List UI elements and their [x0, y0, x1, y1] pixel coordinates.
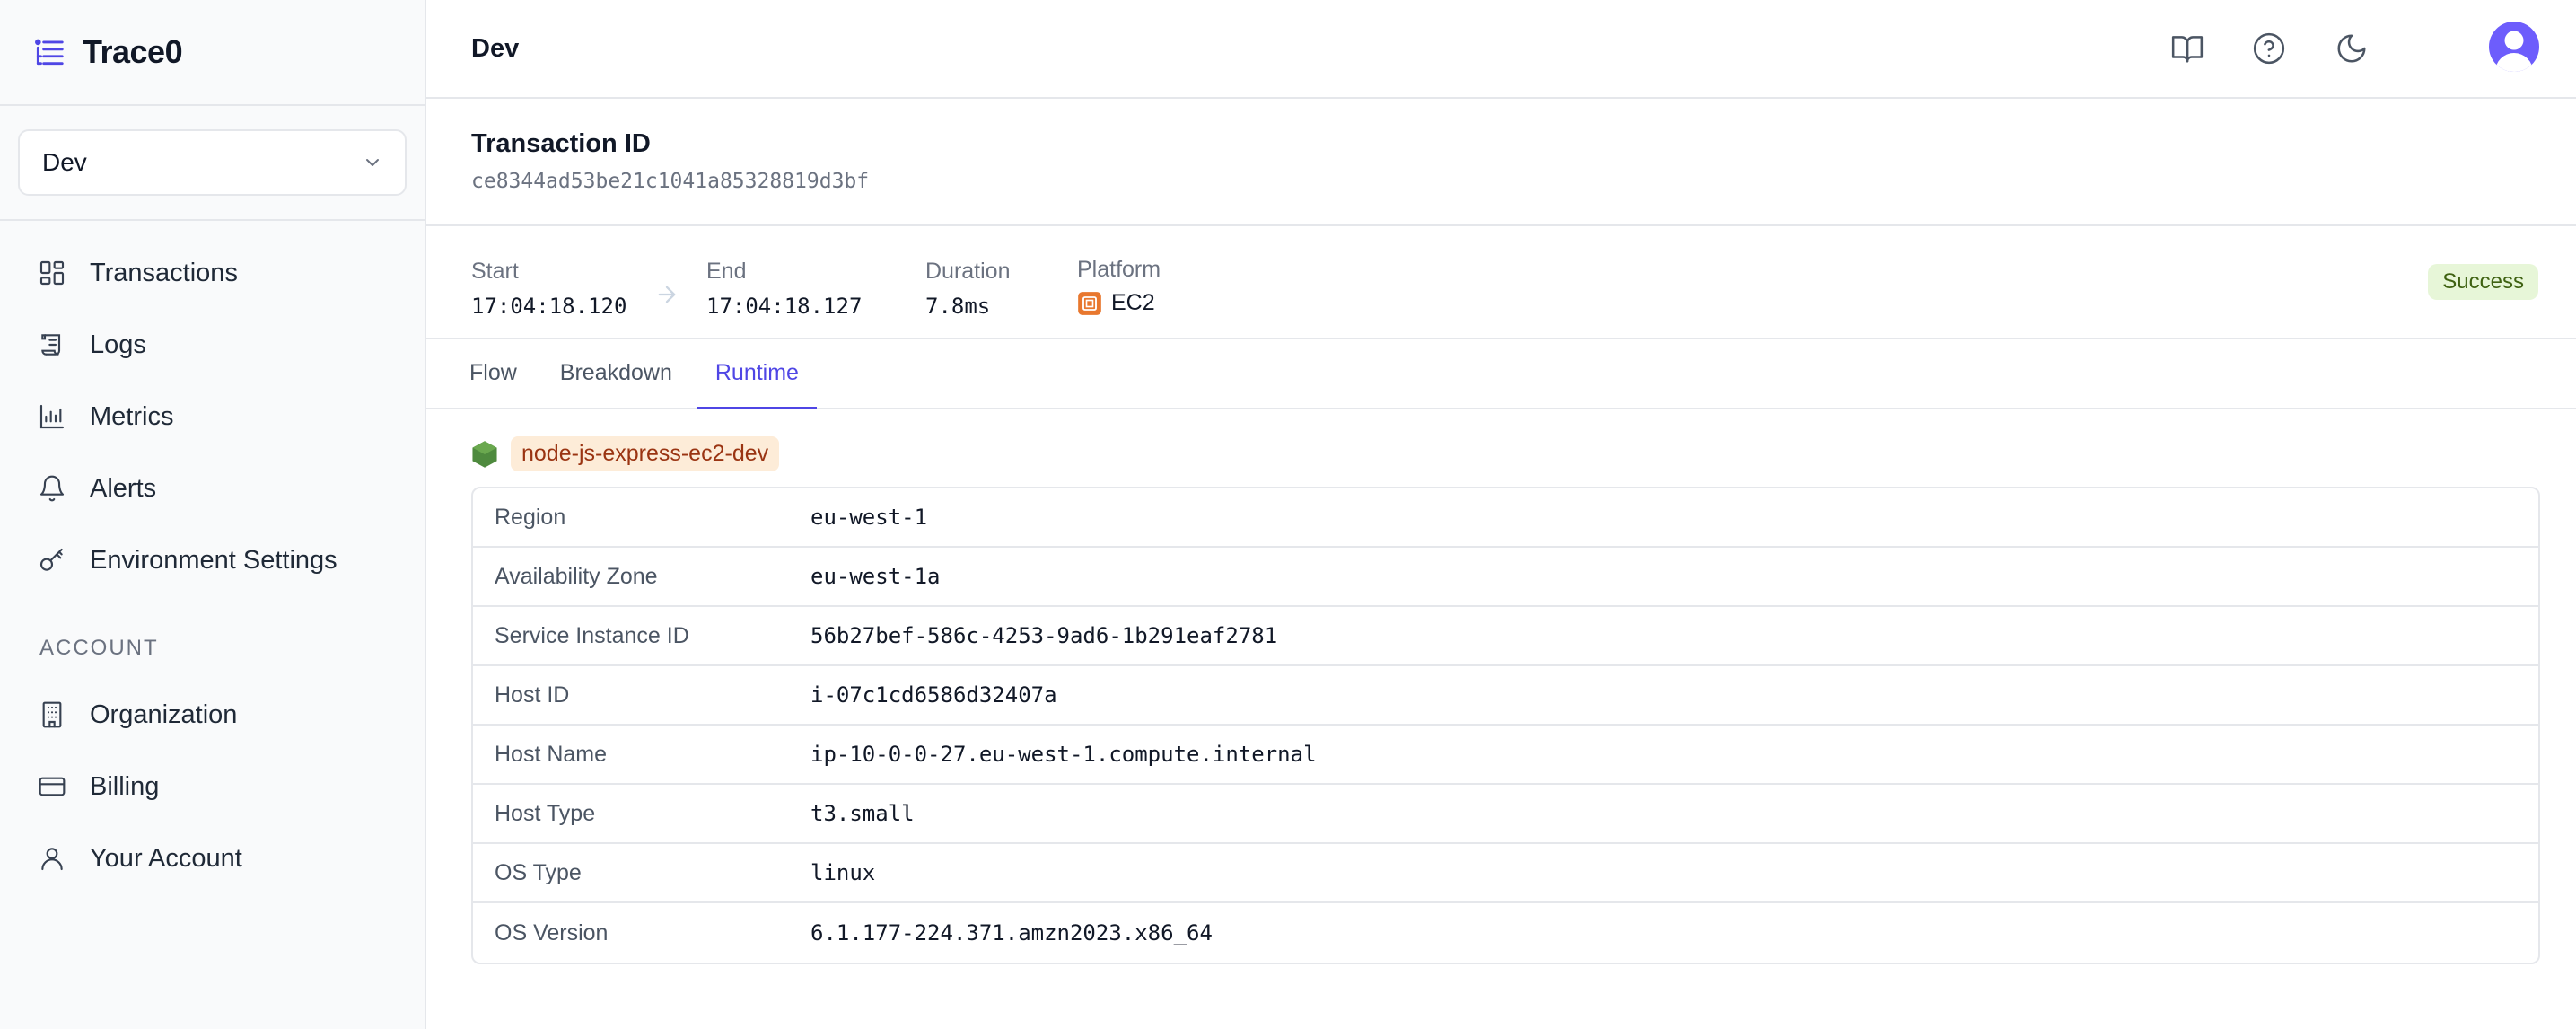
start-value: 17:04:18.120 [471, 294, 627, 319]
sidebar-item-your-account[interactable]: Your Account [0, 822, 425, 894]
attribute-key: Host Name [495, 741, 608, 767]
sidebar-item-label: Transactions [90, 258, 238, 287]
transaction-meta: Start 17:04:18.120 End 17:04:18.127 Dura… [426, 226, 2576, 339]
start-label: Start [471, 259, 519, 284]
sidebar-item-label: Environment Settings [90, 545, 337, 575]
dashboard-icon [39, 260, 65, 286]
help-icon [2253, 32, 2285, 65]
user-icon [41, 848, 63, 871]
main-content: Dev Transaction ID ce8344ad53be21c1041a8… [426, 0, 2576, 1029]
scroll-icon [41, 334, 61, 356]
platform-label: Platform [1077, 257, 1161, 282]
sidebar: Trace0 Dev Transactions Logs Metrics Ale… [0, 0, 426, 1029]
table-row: Region eu-west-1 [473, 488, 2538, 548]
sidebar-item-label: Organization [90, 699, 238, 729]
theme-toggle-button[interactable] [2332, 29, 2371, 68]
end-label: End [706, 259, 747, 284]
attribute-value: t3.small [810, 801, 915, 826]
table-row: Host Type t3.small [473, 785, 2538, 844]
attribute-key: Service Instance ID [495, 622, 689, 648]
help-button[interactable] [2249, 29, 2289, 68]
attribute-value: ip-10-0-0-27.eu-west-1.compute.internal [810, 742, 1317, 767]
brand-name: Trace0 [83, 33, 183, 70]
sidebar-item-billing[interactable]: Billing [0, 751, 425, 822]
table-row: Host Name ip-10-0-0-27.eu-west-1.compute… [473, 726, 2538, 785]
attribute-value: 6.1.177-224.371.amzn2023.x86_64 [810, 920, 1213, 945]
sidebar-item-alerts[interactable]: Alerts [0, 453, 425, 524]
sidebar-item-logs[interactable]: Logs [0, 309, 425, 381]
book-icon [2171, 36, 2204, 63]
attribute-value: linux [810, 860, 876, 885]
tab-flow[interactable]: Flow [451, 339, 535, 409]
environment-select[interactable]: Dev [18, 129, 407, 196]
meta-start: Start 17:04:18.120 [471, 259, 626, 319]
tab-breakdown[interactable]: Breakdown [542, 339, 690, 409]
credit-card-icon [39, 777, 66, 796]
service-row: node-js-express-ec2-dev [471, 436, 780, 471]
table-row: Service Instance ID 56b27bef-586c-4253-9… [473, 607, 2538, 666]
table-row: Availability Zone eu-west-1a [473, 548, 2538, 607]
attribute-key: Host Type [495, 800, 596, 826]
end-value: 17:04:18.127 [706, 294, 863, 319]
sidebar-nav: Transactions Logs Metrics Alerts Environ… [0, 221, 425, 894]
status-badge: Success [2428, 264, 2538, 300]
meta-end: End 17:04:18.127 [706, 259, 862, 319]
sidebar-item-label: Logs [90, 330, 146, 359]
duration-label: Duration [925, 259, 1011, 284]
sidebar-item-environment-settings[interactable]: Environment Settings [0, 524, 425, 596]
runtime-attributes-table: Region eu-west-1 Availability Zone eu-we… [471, 487, 2540, 964]
table-row: OS Version 6.1.177-224.371.amzn2023.x86_… [473, 903, 2538, 963]
bar-chart-icon [39, 404, 65, 429]
meta-platform: Platform EC2 [1077, 257, 1161, 316]
attribute-value: i-07c1cd6586d32407a [810, 682, 1057, 708]
breadcrumb: Dev [471, 33, 520, 63]
attribute-key: OS Type [495, 859, 582, 885]
key-icon [39, 548, 63, 571]
duration-value: 7.8ms [925, 294, 991, 319]
nodejs-hexagon-icon [472, 440, 497, 468]
sidebar-item-transactions[interactable]: Transactions [0, 237, 425, 309]
tab-bar: Flow Breakdown Runtime [426, 339, 2576, 409]
platform-value-wrap: EC2 [1077, 290, 1161, 316]
avatar[interactable] [2489, 22, 2539, 72]
sidebar-item-label: Alerts [90, 473, 157, 503]
platform-value: EC2 [1111, 290, 1155, 315]
attribute-key: Region [495, 504, 566, 530]
meta-duration: Duration 7.8ms [925, 259, 1011, 319]
attribute-value: eu-west-1a [810, 564, 941, 589]
account-section-label: ACCOUNT [39, 636, 159, 660]
ec2-icon [1078, 291, 1101, 315]
table-row: OS Type linux [473, 844, 2538, 903]
transaction-id: ce8344ad53be21c1041a85328819d3bf [471, 170, 870, 193]
moon-icon [2337, 34, 2366, 63]
attribute-key: OS Version [495, 919, 609, 945]
table-row: Host ID i-07c1cd6586d32407a [473, 666, 2538, 726]
list-logo-icon [35, 39, 64, 66]
tab-runtime[interactable]: Runtime [697, 339, 817, 409]
docs-button-visible[interactable] [2168, 29, 2207, 68]
attribute-key: Availability Zone [495, 563, 658, 589]
attribute-value: 56b27bef-586c-4253-9ad6-1b291eaf2781 [810, 623, 1278, 648]
sidebar-item-label: Metrics [90, 401, 174, 431]
service-name-badge: node-js-express-ec2-dev [511, 436, 780, 471]
environment-selector-wrap: Dev [0, 106, 425, 221]
topbar: Dev [426, 0, 2576, 99]
transaction-title: Transaction ID [471, 129, 651, 158]
chevron-down-icon [366, 159, 379, 166]
user-avatar-icon [2495, 31, 2533, 72]
brand[interactable]: Trace0 [0, 0, 425, 106]
sidebar-item-metrics[interactable]: Metrics [0, 381, 425, 453]
sidebar-item-label: Your Account [90, 843, 242, 873]
transaction-header: Transaction ID ce8344ad53be21c1041a85328… [426, 99, 2576, 226]
sidebar-item-organization[interactable]: Organization [0, 679, 425, 751]
attribute-value: eu-west-1 [810, 505, 928, 530]
building-icon [42, 701, 62, 728]
attribute-key: Host ID [495, 682, 570, 708]
environment-select-value: Dev [42, 148, 87, 176]
bell-icon [39, 475, 65, 502]
sidebar-item-label: Billing [90, 771, 160, 801]
arrow-right-icon [658, 286, 676, 303]
